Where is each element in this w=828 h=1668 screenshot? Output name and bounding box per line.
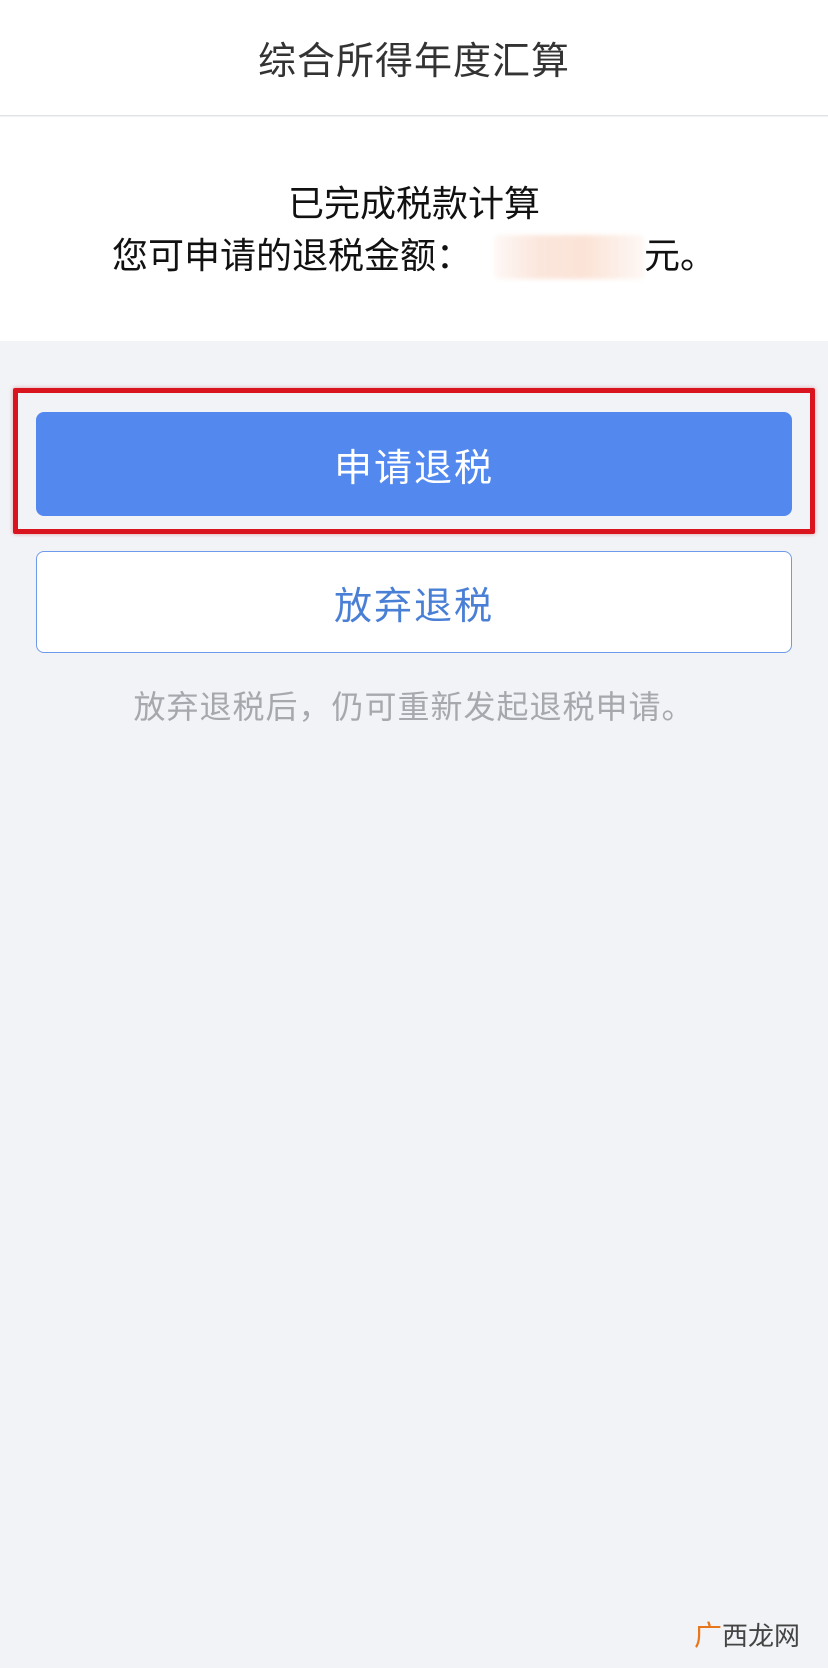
result-card: 已完成税款计算 您可申请的退税金额： 元。 (0, 117, 828, 341)
refund-amount-unit: 元。 (644, 236, 717, 277)
page-title: 综合所得年度汇算 (257, 39, 570, 83)
watermark-logo-icon: 广 (693, 1619, 722, 1652)
apply-refund-button[interactable]: 申请退税 (36, 412, 792, 516)
refund-amount-row: 您可申请的退税金额： 元。 (0, 231, 828, 283)
nav-bar: 综合所得年度汇算 (0, 0, 828, 116)
watermark-text: 西龙网 (721, 1621, 800, 1652)
calculation-status: 已完成税款计算 (287, 184, 540, 225)
refund-amount-label: 您可申请的退税金额： (111, 236, 472, 277)
give-up-hint: 放弃退税后，仍可重新发起退税申请。 (133, 688, 695, 726)
refund-amount-value-redacted (494, 235, 644, 279)
site-watermark: 广 西龙网 (694, 1614, 800, 1654)
give-up-refund-button[interactable]: 放弃退税 (36, 551, 792, 653)
